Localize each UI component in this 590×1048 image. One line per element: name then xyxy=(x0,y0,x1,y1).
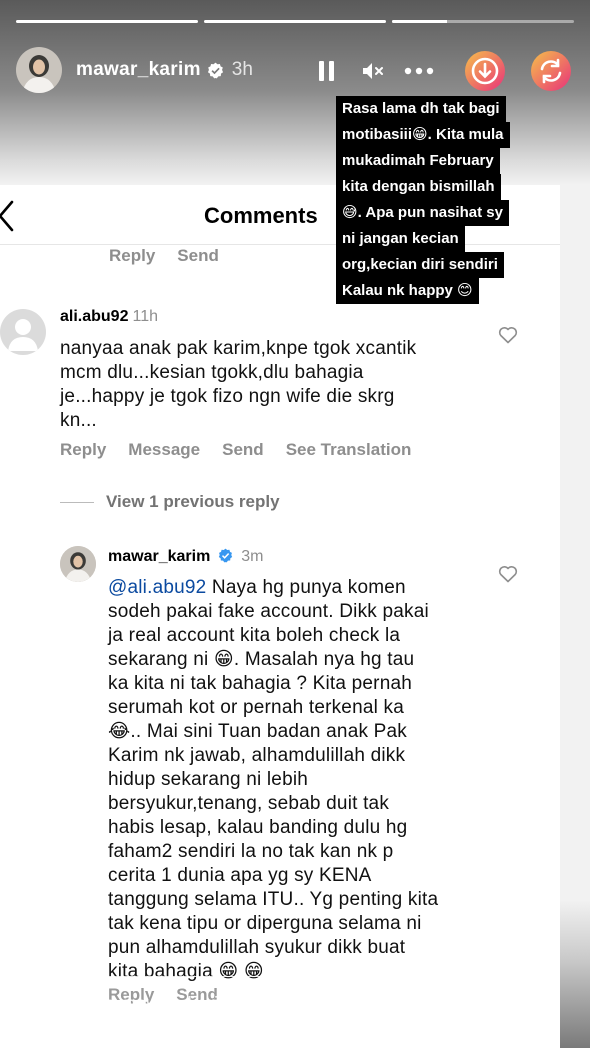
story-progress xyxy=(16,20,574,23)
more-dots-icon xyxy=(404,67,434,75)
reply-text: @ali.abu92 Naya hg punya komen sodeh pak… xyxy=(108,576,508,984)
view-previous-replies[interactable]: View 1 previous reply xyxy=(60,492,280,512)
comment-text: nanyaa anak pak karim,knpe tgok xcantik m… xyxy=(60,337,416,433)
back-arrow-icon[interactable] xyxy=(0,198,20,234)
reply-line: ka kita ni tak bahagia ? Kita pernah xyxy=(108,673,413,694)
comments-title: Comments xyxy=(204,203,318,228)
like-heart-icon[interactable] xyxy=(498,326,518,344)
reply-link[interactable]: Reply xyxy=(109,246,155,266)
pause-icon xyxy=(319,61,334,81)
reshare-button[interactable] xyxy=(528,48,574,94)
comment-username[interactable]: ali.abu92 xyxy=(60,308,128,325)
reply-time: 3m xyxy=(241,548,264,565)
like-story-button[interactable] xyxy=(466,984,506,1024)
previous-comment-actions: Reply Send xyxy=(109,246,219,266)
comment-line: nanyaa anak pak karim,knpe tgok xcantik xyxy=(60,338,417,359)
reply-line: sodeh pakai fake account. Dikk pakai xyxy=(108,601,429,622)
reply-username[interactable]: mawar_karim xyxy=(108,548,210,565)
see-translation-link[interactable]: See Translation xyxy=(286,440,412,460)
comment-header: ali.abu92 11h xyxy=(60,308,158,326)
reply-line: cerita 1 dunia apa yg sy KENA xyxy=(108,865,372,886)
comment-time: 11h xyxy=(132,308,158,325)
reply-line: sekarang ni 😁. Masalah nya hg tau xyxy=(108,649,415,670)
reply-line: hidup sekarang ni lebih xyxy=(108,769,309,790)
more-options-button[interactable] xyxy=(396,48,442,94)
avatar[interactable] xyxy=(16,47,62,93)
story-username[interactable]: mawar_karim xyxy=(76,59,201,81)
download-button[interactable] xyxy=(462,48,508,94)
caption-line: org,kecian diri sendiri xyxy=(336,252,504,278)
comment-line: kn... xyxy=(60,410,97,431)
progress-segment-2 xyxy=(204,20,386,23)
download-circle-icon xyxy=(465,51,505,91)
comment-actions: Reply Message Send See Translation xyxy=(60,440,411,460)
story-viewer: mawar_karim 3h Comments Rasa lama dh tak… xyxy=(0,0,590,1048)
caption-line: motibasiii😁. Kita mula xyxy=(336,122,510,148)
send-link[interactable]: Send xyxy=(222,440,264,460)
paper-plane-icon xyxy=(527,990,557,1018)
comment-line: mcm dlu...kesian tgokk,dlu bahagia xyxy=(60,362,364,383)
like-heart-icon[interactable] xyxy=(498,565,518,583)
message-link[interactable]: Message xyxy=(128,440,200,460)
progress-segment-3 xyxy=(392,20,574,23)
reply-line: tanggung selama ITU.. Yg penting kita xyxy=(108,889,439,910)
send-story-button[interactable] xyxy=(522,984,562,1024)
verified-badge-icon xyxy=(218,548,232,563)
story-time: 3h xyxy=(231,59,253,80)
reply-line: habis lesap, kalau banding dulu hg xyxy=(108,817,408,838)
comment-line: je...happy je tgok fizo ngn wife die skr… xyxy=(60,386,395,407)
story-caption: Rasa lama dh tak bagi motibasiii😁. Kita m… xyxy=(336,96,550,304)
mention-link[interactable]: @ali.abu92 xyxy=(108,577,206,598)
reply-line: faham2 sendiri la no tak kan nk p xyxy=(108,841,394,862)
caption-line: mukadimah February xyxy=(336,148,500,174)
avatar[interactable] xyxy=(60,546,96,582)
reply-line: Karim nk jawab, alhamdulillah dikk xyxy=(108,745,406,766)
story-reply-input[interactable]: Reply to mawar_karim... xyxy=(16,976,446,1034)
story-header: mawar_karim 3h xyxy=(16,46,574,94)
reply-line: serumah kot or pernah terkenal ka xyxy=(108,697,404,718)
reply-link[interactable]: Reply xyxy=(60,440,106,460)
refresh-circle-icon xyxy=(531,51,571,91)
heart-icon xyxy=(470,990,502,1018)
caption-line: ni jangan kecian xyxy=(336,226,465,252)
reply-line: bersyukur,tenang, sebab duit tak xyxy=(108,793,390,814)
reply-line: tak kena tipu or diperguna selama ni xyxy=(108,913,422,934)
caption-line: Kalau nk happy 😊 xyxy=(336,278,479,304)
reply-line: pun alhamdulillah syukur dikk buat xyxy=(108,937,406,958)
mute-button[interactable] xyxy=(350,48,396,94)
verified-badge-icon xyxy=(207,62,223,78)
avatar-placeholder[interactable] xyxy=(0,309,46,355)
caption-line: 😅. Apa pun nasihat sy xyxy=(336,200,509,226)
caption-line: Rasa lama dh tak bagi xyxy=(336,96,506,122)
caption-line: kita dengan bismillah xyxy=(336,174,501,200)
reply-line: ja real account kita boleh check la xyxy=(108,625,401,646)
reply-header: mawar_karim 3m xyxy=(108,548,263,566)
progress-segment-1 xyxy=(16,20,198,23)
reply-placeholder: Reply to mawar_karim... xyxy=(45,994,250,1015)
pause-button[interactable] xyxy=(304,48,350,94)
send-link[interactable]: Send xyxy=(177,246,219,266)
reply-line: 😂.. Mai sini Tuan badan anak Pak xyxy=(108,721,407,742)
speaker-muted-icon xyxy=(363,63,383,79)
